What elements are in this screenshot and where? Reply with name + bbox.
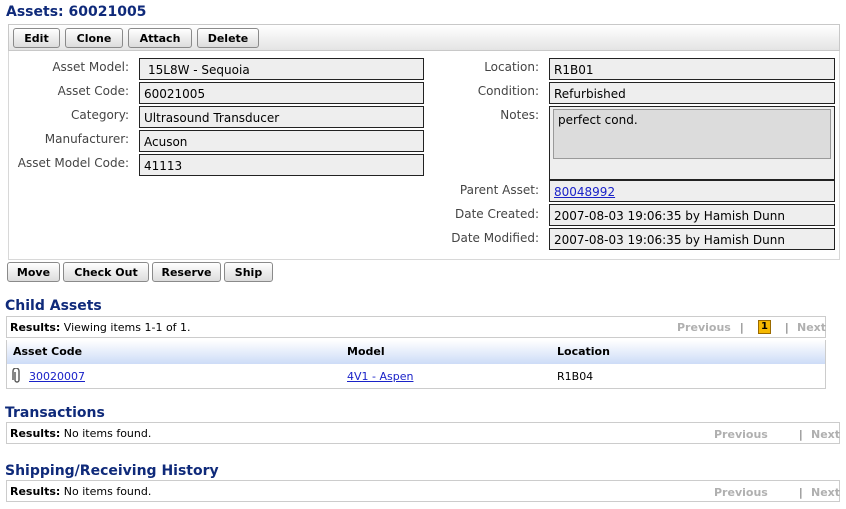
shipping-results-text: No items found. (63, 485, 152, 498)
asset-model-code-label: Asset Model Code: (17, 156, 129, 170)
condition-value: Refurbished (549, 82, 835, 104)
date-modified-value: 2007-08-03 19:06:35 by Hamish Dunn (549, 228, 835, 250)
child-assets-page-1[interactable]: 1 (758, 320, 771, 334)
asset-toolbar: Edit Clone Attach Delete (8, 24, 840, 51)
child-assets-previous[interactable]: Previous (677, 321, 731, 334)
shipping-pager-sep: | (799, 486, 803, 499)
move-button[interactable]: Move (7, 262, 60, 282)
clone-button[interactable]: Clone (65, 28, 123, 48)
shipping-results-label: Results: (10, 485, 61, 498)
transactions-previous[interactable]: Previous (714, 428, 768, 441)
child-assets-title: Child Assets (5, 298, 102, 314)
asset-model-label: Asset Model: (52, 60, 129, 74)
column-model[interactable]: Model (347, 345, 385, 358)
transactions-title: Transactions (5, 405, 105, 421)
shipping-next[interactable]: Next (811, 486, 840, 499)
parent-asset-label: Parent Asset: (459, 183, 539, 197)
child-asset-model-link[interactable]: 4V1 - Aspen (347, 370, 413, 383)
check-out-button[interactable]: Check Out (63, 262, 149, 282)
manufacturer-value: Acuson (139, 130, 424, 152)
column-asset-code[interactable]: Asset Code (13, 345, 82, 358)
paperclip-icon (12, 368, 20, 383)
date-created-value: 2007-08-03 19:06:35 by Hamish Dunn (549, 204, 835, 226)
table-row: 30020007 4V1 - Aspen R1B04 (6, 364, 826, 389)
transactions-results-text: No items found. (63, 427, 152, 440)
location-value: R1B01 (549, 58, 835, 80)
child-assets-next[interactable]: Next (797, 321, 826, 334)
category-label: Category: (71, 108, 129, 122)
delete-button[interactable]: Delete (197, 28, 259, 48)
transactions-pager-sep: | (799, 428, 803, 441)
child-assets-pager-sep-2: | (785, 321, 789, 334)
manufacturer-label: Manufacturer: (44, 132, 129, 146)
location-label: Location: (484, 60, 539, 74)
column-location[interactable]: Location (557, 345, 610, 358)
child-asset-code-link[interactable]: 30020007 (29, 370, 85, 383)
notes-label: Notes: (500, 108, 539, 122)
child-assets-results-label: Results: (10, 321, 61, 334)
reserve-button[interactable]: Reserve (152, 262, 221, 282)
date-created-label: Date Created: (454, 207, 539, 221)
parent-asset-link[interactable]: 80048992 (554, 185, 615, 199)
asset-code-label: Asset Code: (57, 84, 129, 98)
transactions-next[interactable]: Next (811, 428, 840, 441)
shipping-history-title: Shipping/Receiving History (5, 463, 219, 479)
notes-value: perfect cond. (553, 109, 831, 159)
page-title: Assets: 60021005 (6, 4, 147, 20)
attach-button[interactable]: Attach (128, 28, 192, 48)
ship-button[interactable]: Ship (224, 262, 273, 282)
parent-asset-value: 80048992 (549, 180, 835, 202)
shipping-previous[interactable]: Previous (714, 486, 768, 499)
child-assets-results-text: Viewing items 1-1 of 1. (63, 321, 191, 334)
asset-model-value: 15L8W - Sequoia (139, 58, 424, 80)
date-modified-label: Date Modified: (451, 231, 539, 245)
category-value: Ultrasound Transducer (139, 106, 424, 128)
edit-button[interactable]: Edit (13, 28, 60, 48)
child-assets-pager-sep-1: | (740, 321, 744, 334)
child-assets-table-header: Asset Code Model Location (6, 340, 826, 364)
condition-label: Condition: (477, 84, 539, 98)
transactions-results-label: Results: (10, 427, 61, 440)
asset-model-code-value: 41113 (139, 154, 424, 176)
asset-code-value: 60021005 (139, 82, 424, 104)
child-asset-location: R1B04 (557, 370, 594, 383)
